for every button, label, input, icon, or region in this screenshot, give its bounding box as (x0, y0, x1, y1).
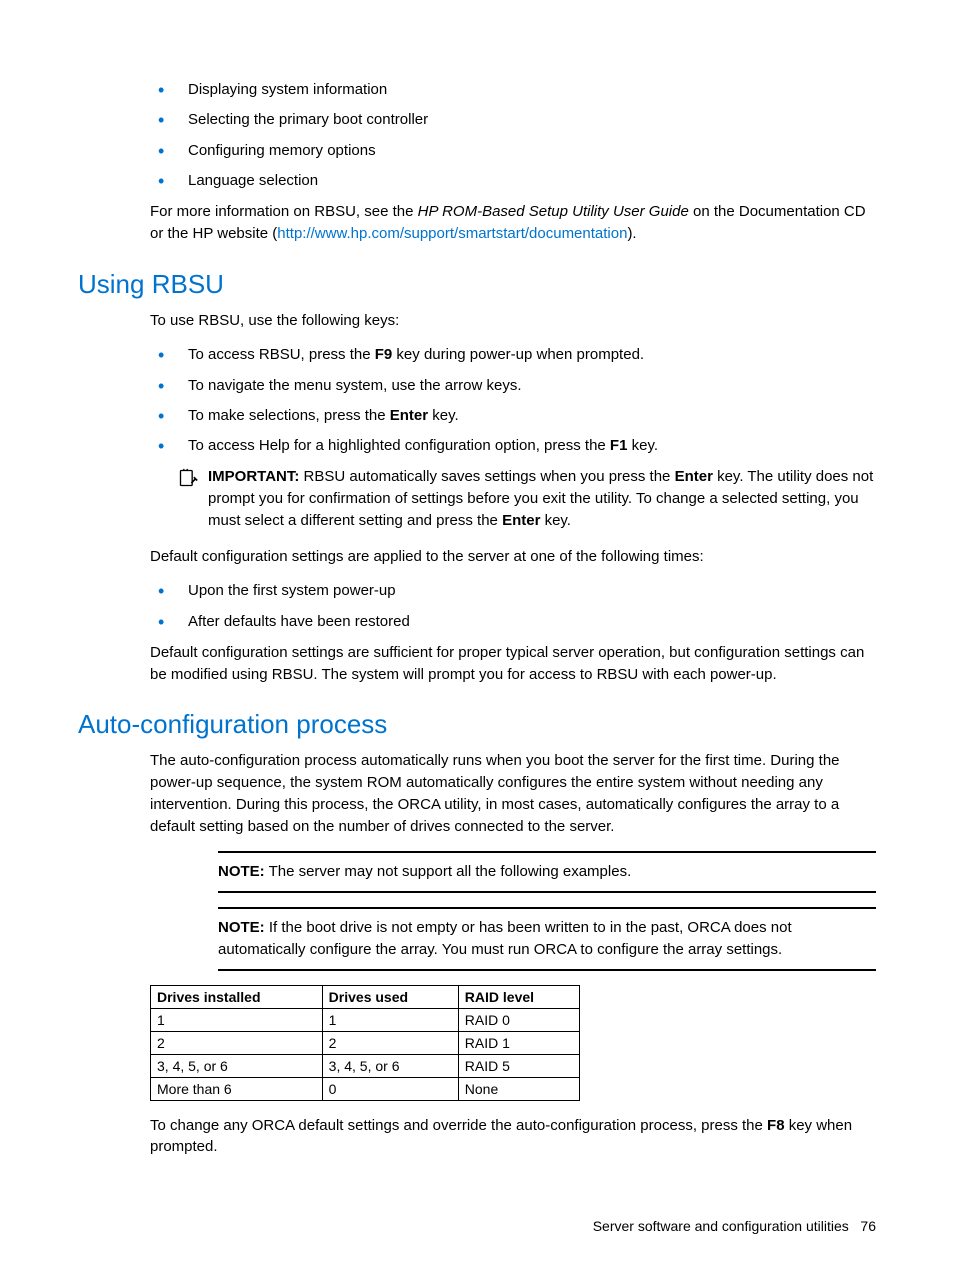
key-name: Enter (390, 407, 428, 424)
table-cell: 1 (322, 1008, 458, 1031)
col-header: Drives installed (151, 985, 323, 1008)
important-callout: IMPORTANT: RBSU automatically saves sett… (178, 466, 876, 531)
note-label: NOTE: (218, 919, 265, 936)
table-cell: 2 (322, 1031, 458, 1054)
note-text: The server may not support all the follo… (265, 863, 632, 880)
document-page: Displaying system information Selecting … (0, 0, 954, 1274)
list-item: Selecting the primary boot controller (148, 110, 876, 130)
table-row: 3, 4, 5, or 6 3, 4, 5, or 6 RAID 5 (151, 1054, 580, 1077)
list-item: After defaults have been restored (148, 612, 876, 632)
rbsu-key-list: To access RBSU, press the F9 key during … (78, 345, 876, 456)
key-name: F8 (767, 1117, 785, 1134)
list-item: Configuring memory options (148, 141, 876, 161)
text-run: ). (627, 225, 636, 242)
table-cell: RAID 5 (458, 1054, 579, 1077)
default-settings-list: Upon the first system power-up After def… (78, 581, 876, 632)
col-header: RAID level (458, 985, 579, 1008)
text-run: To access RBSU, press the (188, 346, 375, 363)
col-header: Drives used (322, 985, 458, 1008)
text-run: For more information on RBSU, see the (150, 203, 418, 220)
text-run: To change any ORCA default settings and … (150, 1117, 767, 1134)
default-settings-lead: Default configuration settings are appli… (150, 546, 876, 568)
table-cell: RAID 0 (458, 1008, 579, 1031)
text-run: key. (627, 437, 658, 454)
table-cell: 3, 4, 5, or 6 (151, 1054, 323, 1077)
important-label: IMPORTANT: (208, 468, 299, 485)
heading-using-rbsu: Using RBSU (78, 269, 876, 300)
table-row: 2 2 RAID 1 (151, 1031, 580, 1054)
raid-table: Drives installed Drives used RAID level … (150, 985, 580, 1101)
list-item: Displaying system information (148, 80, 876, 100)
key-name: F9 (375, 346, 393, 363)
note-label: NOTE: (218, 863, 265, 880)
note-text: If the boot drive is not empty or has be… (218, 919, 792, 958)
important-text: IMPORTANT: RBSU automatically saves sett… (208, 466, 876, 531)
table-cell: 2 (151, 1031, 323, 1054)
text-run: key. (428, 407, 459, 424)
text-run: RBSU automatically saves settings when y… (299, 468, 674, 485)
table-row: More than 6 0 None (151, 1077, 580, 1100)
key-name: Enter (675, 468, 713, 485)
auto-config-lead: The auto-configuration process automatic… (150, 750, 876, 837)
intro-bullet-list: Displaying system information Selecting … (78, 80, 876, 191)
note-callout-1: NOTE: The server may not support all the… (218, 851, 876, 893)
note-callout-2: NOTE: If the boot drive is not empty or … (218, 907, 876, 971)
table-cell: RAID 1 (458, 1031, 579, 1054)
list-item: To access Help for a highlighted configu… (148, 436, 876, 456)
key-name: F1 (610, 437, 628, 454)
hp-support-link[interactable]: http://www.hp.com/support/smartstart/doc… (277, 225, 627, 242)
text-run: key. (540, 512, 571, 529)
list-item: To make selections, press the Enter key. (148, 406, 876, 426)
default-settings-after: Default configuration settings are suffi… (150, 642, 876, 686)
list-item: To navigate the menu system, use the arr… (148, 376, 876, 396)
important-icon (178, 466, 208, 531)
table-header-row: Drives installed Drives used RAID level (151, 985, 580, 1008)
page-footer: Server software and configuration utilit… (78, 1218, 876, 1234)
table-row: 1 1 RAID 0 (151, 1008, 580, 1031)
doc-title-italic: HP ROM-Based Setup Utility User Guide (418, 203, 689, 220)
footer-page-number: 76 (860, 1218, 876, 1234)
closing-paragraph: To change any ORCA default settings and … (150, 1115, 876, 1159)
heading-auto-config: Auto-configuration process (78, 709, 876, 740)
list-item: Language selection (148, 171, 876, 191)
table-cell: 1 (151, 1008, 323, 1031)
table-cell: More than 6 (151, 1077, 323, 1100)
footer-section-title: Server software and configuration utilit… (593, 1218, 849, 1234)
text-run: key during power-up when prompted. (392, 346, 644, 363)
text-run: To access Help for a highlighted configu… (188, 437, 610, 454)
list-item: To access RBSU, press the F9 key during … (148, 345, 876, 365)
intro-paragraph: For more information on RBSU, see the HP… (150, 201, 876, 245)
list-item: Upon the first system power-up (148, 581, 876, 601)
rbsu-lead: To use RBSU, use the following keys: (150, 310, 876, 332)
table-cell: 0 (322, 1077, 458, 1100)
table-cell: None (458, 1077, 579, 1100)
text-run: To navigate the menu system, use the arr… (188, 377, 522, 394)
text-run: To make selections, press the (188, 407, 390, 424)
key-name: Enter (502, 512, 540, 529)
table-cell: 3, 4, 5, or 6 (322, 1054, 458, 1077)
